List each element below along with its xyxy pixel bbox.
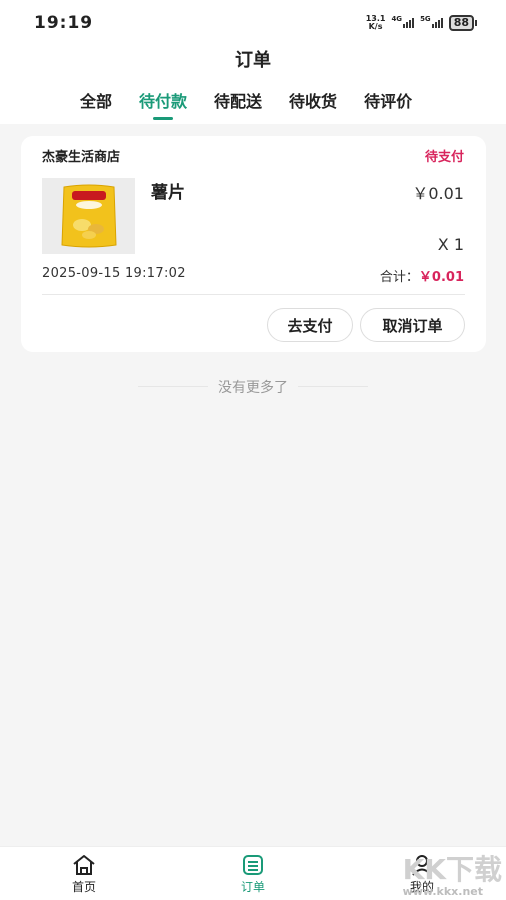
nav-home[interactable]: 首页 bbox=[54, 853, 114, 895]
shop-name[interactable]: 杰豪生活商店 bbox=[42, 146, 120, 165]
no-more-text: 没有更多了 bbox=[0, 377, 506, 397]
system-indicators: 13.1 K/s 4G 5G 88 bbox=[366, 15, 478, 31]
nav-orders[interactable]: 订单 bbox=[223, 853, 283, 895]
total-amount: ￥0.01 bbox=[418, 270, 464, 285]
watermark: KK下载 www.kkx.net bbox=[402, 853, 502, 899]
order-status: 待支付 bbox=[424, 150, 464, 165]
tab-pending-delivery[interactable]: 待配送 bbox=[214, 88, 262, 120]
signal-bars-icon bbox=[403, 18, 415, 28]
order-datetime: 2025-09-15 19:17:02 bbox=[42, 266, 186, 281]
pay-button[interactable]: 去支付 bbox=[267, 308, 353, 342]
nav-home-label: 首页 bbox=[71, 880, 96, 894]
battery-icon: 88 bbox=[448, 15, 478, 31]
watermark-logo: KK下载 bbox=[402, 853, 502, 886]
cancel-order-button[interactable]: 取消订单 bbox=[360, 308, 465, 342]
tab-pending-review[interactable]: 待评价 bbox=[364, 88, 412, 120]
speed-unit: K/s bbox=[368, 22, 383, 31]
page-title: 订单 bbox=[235, 50, 271, 71]
nav-orders-label: 订单 bbox=[240, 880, 265, 894]
order-tabs: 全部 待付款 待配送 待收货 待评价 bbox=[0, 88, 506, 120]
total-label: 合计： bbox=[379, 270, 419, 285]
product-price: ￥0.01 bbox=[412, 184, 464, 203]
card-divider bbox=[42, 294, 465, 295]
bottom-nav: 首页 订单 我的 KK下载 www.kkx.net bbox=[0, 846, 506, 900]
order-card[interactable]: 杰豪生活商店 待支付 薯片 ￥0.01 X 1 2025-09-15 19:17… bbox=[21, 136, 486, 352]
watermark-domain: www.kkx.net bbox=[402, 885, 484, 898]
status-bar: 19:19 13.1 K/s 4G 5G 88 bbox=[0, 0, 506, 46]
signal-4g: 4G bbox=[391, 15, 415, 28]
tab-pending-payment[interactable]: 待付款 bbox=[139, 88, 187, 120]
signal-bars-icon bbox=[431, 18, 443, 28]
tab-pending-receipt[interactable]: 待收货 bbox=[289, 88, 337, 120]
home-icon bbox=[54, 853, 114, 877]
product-quantity: X 1 bbox=[437, 235, 464, 254]
order-total: 合计：￥0.01 bbox=[380, 266, 464, 285]
product-name[interactable]: 薯片 bbox=[151, 178, 185, 203]
order-icon bbox=[223, 853, 283, 877]
top-area: 19:19 13.1 K/s 4G 5G 88 订单 全部 待付款 待配送 待收… bbox=[0, 0, 506, 124]
signal-5g: 5G bbox=[420, 15, 443, 28]
tab-all[interactable]: 全部 bbox=[80, 88, 112, 120]
chips-bag-icon bbox=[60, 184, 117, 248]
product-image[interactable] bbox=[42, 178, 135, 254]
network-speed: 13.1 K/s bbox=[366, 15, 386, 31]
signal-4g-label: 4G bbox=[391, 15, 403, 23]
status-time: 19:19 bbox=[34, 13, 94, 33]
signal-5g-label: 5G bbox=[420, 15, 431, 23]
